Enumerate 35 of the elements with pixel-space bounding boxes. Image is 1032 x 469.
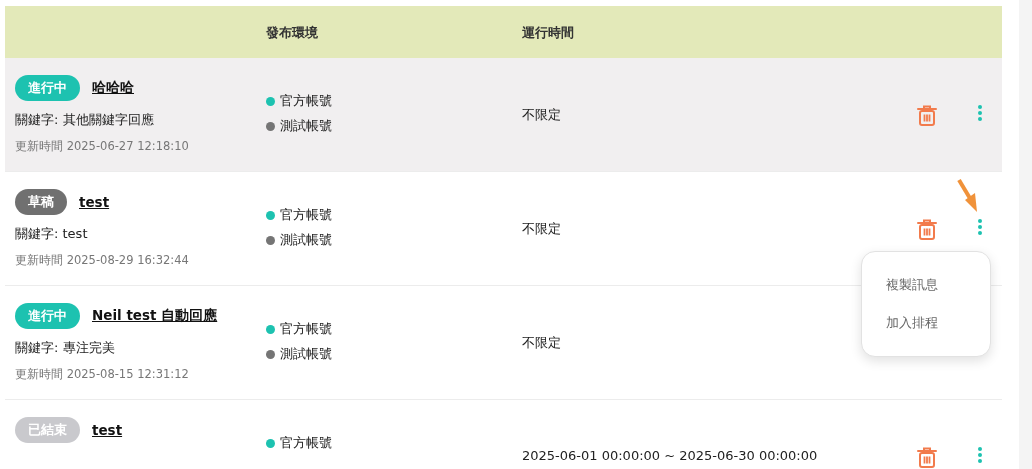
arrow-icon bbox=[957, 178, 979, 214]
keyword-text: 關鍵字: test bbox=[15, 225, 89, 243]
more-options-icon[interactable] bbox=[977, 446, 983, 464]
title-link[interactable]: test bbox=[79, 194, 110, 210]
runtime-text: 2025-06-01 00:00:00 ~ 2025-06-30 00:00:00 bbox=[522, 448, 818, 463]
environment-label: 測試帳號 bbox=[280, 345, 332, 363]
runtime-text: 不限定 bbox=[522, 334, 561, 352]
title-link[interactable]: test bbox=[92, 422, 123, 438]
environment-label: 測試帳號 bbox=[280, 231, 332, 249]
environment-label: 官方帳號 bbox=[280, 92, 332, 110]
status-badge: 進行中 bbox=[15, 303, 80, 329]
updated-time: 更新時間 2025-06-27 12:18:10 bbox=[15, 139, 190, 154]
keyword-text: 關鍵字: 專注完美 bbox=[15, 339, 116, 357]
environment-label: 官方帳號 bbox=[280, 434, 332, 452]
updated-time: 更新時間 2025-08-29 16:32:44 bbox=[15, 253, 190, 268]
more-options-icon[interactable] bbox=[977, 104, 983, 122]
updated-time: 更新時間 2025-08-15 12:31:12 bbox=[15, 367, 190, 382]
column-header: 發布環境 bbox=[266, 25, 318, 40]
menu-item[interactable]: 複製訊息 bbox=[862, 266, 990, 304]
runtime-text: 不限定 bbox=[522, 220, 561, 238]
status-badge: 進行中 bbox=[15, 75, 80, 101]
environment-label: 測試帳號 bbox=[280, 117, 332, 135]
delete-icon[interactable] bbox=[916, 104, 938, 127]
delete-icon[interactable] bbox=[916, 218, 938, 241]
title-link[interactable]: 哈哈哈 bbox=[92, 79, 134, 97]
column-header: 運行時間 bbox=[522, 25, 574, 40]
menu-item[interactable]: 加入排程 bbox=[862, 304, 990, 342]
status-badge: 草稿 bbox=[15, 189, 67, 215]
delete-icon[interactable] bbox=[916, 446, 938, 469]
more-options-icon[interactable] bbox=[977, 218, 983, 236]
environment-label: 官方帳號 bbox=[280, 320, 332, 338]
keyword-text: 關鍵字: 其他關鍵字回應 bbox=[15, 111, 155, 129]
title-link[interactable]: Neil test 自動回應 bbox=[92, 307, 218, 325]
environment-label: 官方帳號 bbox=[280, 206, 332, 224]
runtime-text: 不限定 bbox=[522, 106, 561, 124]
